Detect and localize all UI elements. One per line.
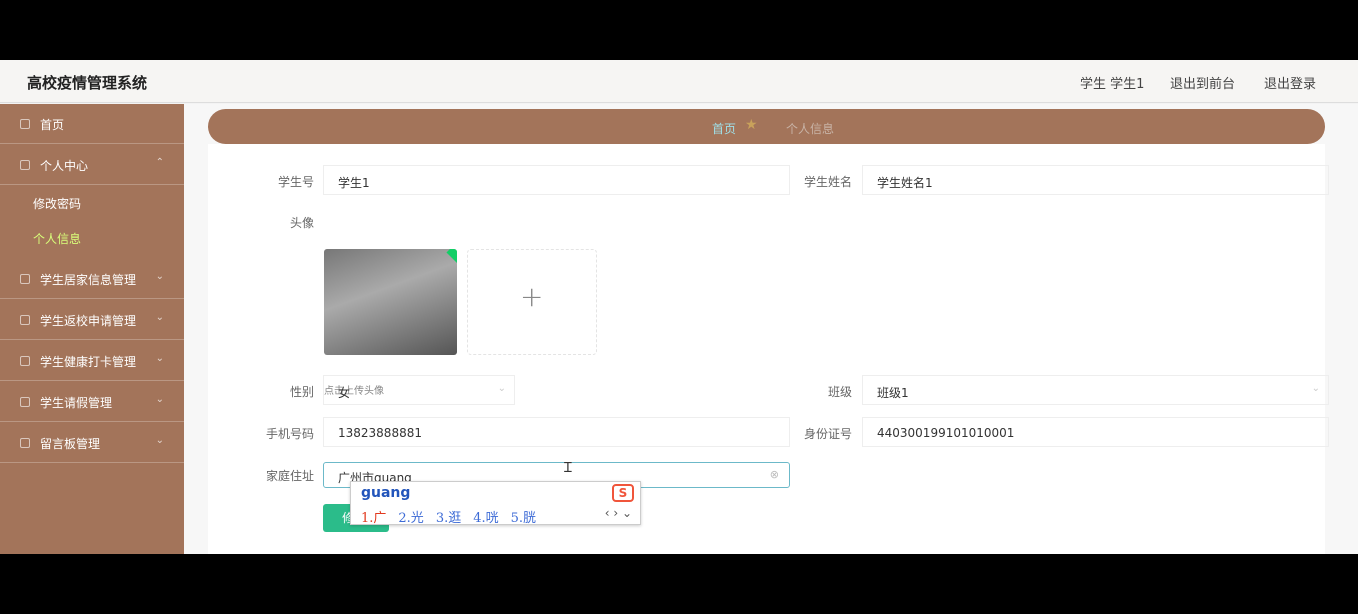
- ime-logo-icon: S: [612, 484, 634, 502]
- list-icon: [20, 274, 30, 284]
- student-no-label: 学生号: [277, 175, 314, 189]
- student-name-value: 学生姓名1: [877, 176, 933, 190]
- sidebar-item-home[interactable]: 首页: [0, 104, 184, 144]
- chevron-down-icon: ⌄: [497, 383, 506, 394]
- ime-candidates: 1.广 2.光 3.逛 4.咣 5.胱: [361, 507, 548, 526]
- chevron-down-icon: ⌄: [155, 312, 164, 323]
- sidebar-subitem-change-password[interactable]: 修改密码: [0, 186, 184, 218]
- user-label: 学生 学生1: [1080, 77, 1145, 92]
- sidebar: 首页 个人中心 ⌃ 修改密码 个人信息 学生居家信息管理 ⌄ 学生返校申请管理 …: [0, 104, 184, 554]
- phone-label: 手机号码: [265, 427, 314, 441]
- id-field[interactable]: 440300199101010001: [862, 417, 1329, 447]
- list-icon: [20, 315, 30, 325]
- sidebar-item-home-info[interactable]: 学生居家信息管理 ⌄: [0, 259, 184, 299]
- logout-link[interactable]: 退出登录: [1264, 73, 1316, 92]
- id-value: 440300199101010001: [877, 426, 1015, 440]
- check-icon: [446, 249, 457, 266]
- sidebar-subitem-personal-info[interactable]: 个人信息: [0, 221, 184, 253]
- gender-label: 性别: [289, 385, 314, 399]
- list-icon: [20, 356, 30, 366]
- list-icon: [20, 397, 30, 407]
- sidebar-subitem-label: 个人信息: [33, 232, 82, 246]
- class-select[interactable]: 班级1 ⌄: [862, 375, 1329, 405]
- clear-icon[interactable]: ⊗: [770, 468, 779, 481]
- ime-candidate[interactable]: 4.咣: [473, 511, 498, 526]
- sidebar-item-health-checkin[interactable]: 学生健康打卡管理 ⌄: [0, 341, 184, 381]
- chevron-down-icon: ⌄: [155, 435, 164, 446]
- ime-candidate[interactable]: 2.光: [398, 511, 423, 526]
- sidebar-item-label: 个人中心: [40, 159, 89, 173]
- chevron-down-icon: ⌄: [155, 394, 164, 405]
- chevron-up-icon: ⌃: [155, 157, 164, 168]
- top-bar: 高校疫情管理系统 学生 学生1 退出到前台 退出登录: [0, 60, 1358, 103]
- sidebar-item-label: 首页: [40, 118, 65, 132]
- sidebar-item-label: 学生返校申请管理: [40, 314, 137, 328]
- sidebar-item-personal-center[interactable]: 个人中心 ⌃: [0, 145, 184, 185]
- sidebar-item-message-board[interactable]: 留言板管理 ⌄: [0, 423, 184, 463]
- ime-page-nav[interactable]: ‹ › ⌄: [605, 506, 632, 520]
- list-icon: [20, 438, 30, 448]
- text-cursor-icon: Ɪ: [564, 460, 572, 476]
- sidebar-item-label: 学生健康打卡管理: [40, 355, 137, 369]
- ime-candidate[interactable]: 1.广: [361, 511, 386, 526]
- avatar-label: 头像: [289, 216, 314, 230]
- app-screen: 高校疫情管理系统 学生 学生1 退出到前台 退出登录 首页 个人中心 ⌃ 修改密…: [0, 60, 1358, 554]
- class-label: 班级: [827, 385, 852, 399]
- home-icon: [20, 119, 30, 129]
- student-no-value: 学生1: [338, 176, 370, 190]
- gender-select[interactable]: 女 ⌄: [323, 375, 515, 405]
- plus-icon: +: [520, 280, 544, 313]
- ime-candidate-window: guang S 1.广 2.光 3.逛 4.咣 5.胱 ‹ › ⌄: [350, 481, 641, 526]
- chevron-down-icon: ⌄: [155, 353, 164, 364]
- star-icon: ★: [745, 117, 758, 133]
- class-value: 班级1: [877, 386, 909, 400]
- address-label: 家庭住址: [265, 469, 314, 483]
- back-to-front-link[interactable]: 退出到前台: [1170, 73, 1235, 92]
- chevron-down-icon: ⌄: [155, 271, 164, 282]
- phone-value: 13823888881: [338, 426, 422, 440]
- sidebar-item-label: 留言板管理: [40, 437, 101, 451]
- sidebar-item-label: 学生请假管理: [40, 396, 113, 410]
- app-title: 高校疫情管理系统: [27, 74, 148, 92]
- student-name-label: 学生姓名: [803, 175, 852, 189]
- student-name-field[interactable]: 学生姓名1: [862, 165, 1329, 195]
- avatar[interactable]: [324, 249, 457, 355]
- breadcrumb-home[interactable]: 首页: [712, 120, 736, 137]
- sidebar-item-leave[interactable]: 学生请假管理 ⌄: [0, 382, 184, 422]
- avatar-upload-button[interactable]: +: [467, 249, 597, 355]
- ime-candidate[interactable]: 3.逛: [436, 511, 461, 526]
- sidebar-item-return-application[interactable]: 学生返校申请管理 ⌄: [0, 300, 184, 340]
- sidebar-subitem-label: 修改密码: [33, 197, 82, 211]
- chevron-down-icon: ⌄: [1311, 383, 1320, 394]
- gender-value: 女: [338, 386, 351, 400]
- sidebar-item-label: 学生居家信息管理: [40, 273, 137, 287]
- breadcrumb-current: 个人信息: [786, 122, 835, 136]
- phone-field[interactable]: 13823888881: [323, 417, 790, 447]
- id-label: 身份证号: [803, 427, 852, 441]
- breadcrumb: 首页 ★ 个人信息: [208, 109, 1325, 144]
- student-no-field[interactable]: 学生1: [323, 165, 790, 195]
- ime-candidate[interactable]: 5.胱: [511, 511, 536, 526]
- user-icon: [20, 160, 30, 170]
- ime-pinyin: guang: [361, 485, 411, 501]
